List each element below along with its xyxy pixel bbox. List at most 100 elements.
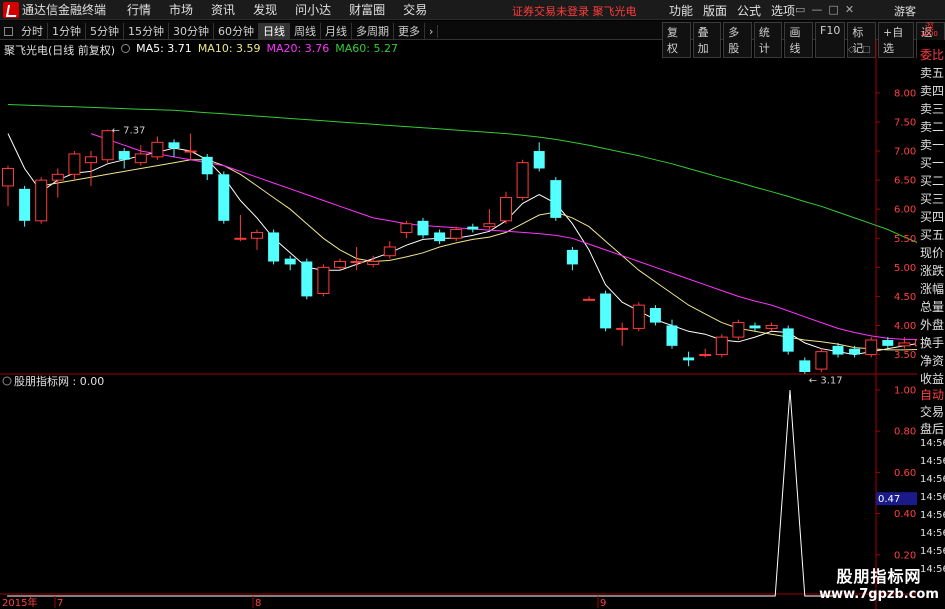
toolbar-checkbox[interactable] (4, 26, 13, 36)
panel-item-bid2: 买二 (920, 174, 945, 188)
candle (268, 229, 280, 265)
menu-item-market[interactable]: 市场 (160, 1, 202, 18)
period-tab-multi[interactable]: 多周期 (352, 23, 394, 39)
y-axis-tick-label: 0.80 (894, 427, 916, 438)
diamond-icon: ◇ (848, 45, 855, 55)
candle (799, 357, 811, 374)
tick-time: 14:56 (920, 528, 945, 539)
quote-side-panel: 委比 卖五 卖四 卖三 卖二 卖一 买一 买二 买三 买四 买五 现价 涨跌 涨… (917, 40, 945, 609)
candle (600, 290, 612, 332)
chevron-right-icon[interactable]: › (425, 24, 439, 38)
panel-item-outer: 外盘 (920, 318, 945, 332)
x-axis-year: 2015年 (2, 596, 37, 609)
settings-circle-icon (2, 376, 12, 386)
panel-item-change-pct: 涨幅 (920, 282, 945, 296)
candle (400, 220, 413, 239)
candle (168, 139, 180, 157)
tick-time: 14:56 (920, 438, 945, 449)
y-axis-tick-label: 7.00 (894, 147, 916, 158)
candle (184, 133, 197, 160)
tick-time: 14:56 (920, 510, 945, 521)
panel-item-volume: 总量 (920, 300, 945, 314)
y-axis-tick-label: 4.50 (894, 292, 916, 303)
candle (583, 296, 595, 301)
menu-item-function[interactable]: 功能 (664, 2, 698, 19)
candle (782, 325, 794, 355)
candle (699, 348, 712, 358)
period-tab-more[interactable]: 更多 (394, 23, 425, 39)
tick-time: 14:56 (920, 492, 945, 503)
y-axis-tick-label: 8.00 (894, 88, 916, 99)
y-axis-tick-label: 0.20 (894, 550, 916, 561)
panel-item-change: 涨跌 (920, 264, 945, 278)
candle (383, 241, 396, 259)
panel-item-after-hours[interactable]: 盘后 (920, 420, 945, 437)
indicator-title[interactable]: 股朋指标网 : 0.00 (14, 374, 104, 388)
candle (118, 148, 130, 169)
panel-item-ask5: 卖五 (920, 66, 945, 80)
y-axis-tick-label: 5.00 (894, 263, 916, 274)
period-tab-5min[interactable]: 5分钟 (86, 23, 124, 39)
candle (616, 322, 629, 346)
indicator-line (7, 389, 835, 597)
panel-item-bid4: 买四 (920, 210, 945, 224)
panel-item-turnover: 换手 (920, 336, 945, 350)
menu-item-ask[interactable]: 问小达 (286, 1, 340, 18)
y-axis-tick-label: 5.50 (894, 234, 916, 245)
period-tab-15min[interactable]: 15分钟 (124, 23, 169, 39)
panel-item-trade[interactable]: 交易 (920, 403, 945, 420)
minimize-icon[interactable]: — (811, 3, 822, 16)
menu-item-wealth[interactable]: 财富圈 (340, 1, 394, 18)
candle (566, 246, 578, 271)
menu-item-discover[interactable]: 发现 (244, 1, 286, 18)
tick-time: 14:56 (920, 456, 945, 467)
candle (218, 171, 230, 224)
kline-chart[interactable]: ◇ □ 8.00 7.50 7.00 6.50 6.00 5.50 5.00 4.50 4.00 3… (0, 40, 917, 609)
candle (317, 264, 330, 297)
period-tab-intraday[interactable]: 分时 (17, 23, 48, 39)
candle (550, 177, 562, 221)
right-menu: 功能 版面 公式 选项 (664, 0, 800, 20)
menu-item-quotes[interactable]: 行情 (118, 1, 160, 18)
period-tab-weekly[interactable]: 周线 (290, 23, 321, 39)
panel-item-net-assets: 净资 (920, 354, 945, 368)
candle (251, 229, 263, 250)
menu-item-trade[interactable]: 交易 (394, 1, 436, 18)
candle (417, 217, 429, 239)
code-number: 1000 (920, 30, 938, 38)
candle (19, 185, 31, 227)
y-axis-tick-label: 0.60 (894, 468, 916, 479)
x-axis-month: 8 (255, 598, 261, 609)
monitor-icon[interactable]: ▭ (795, 3, 805, 16)
candle (68, 151, 81, 181)
tick-time: 14:56 (920, 474, 945, 485)
low-price-marker: ← 3.17 (809, 376, 843, 387)
tick-time: 14:56 (920, 546, 945, 557)
panel-item-ask2: 卖二 (920, 120, 945, 134)
menu-item-layout[interactable]: 版面 (698, 2, 732, 19)
close-icon[interactable]: ✕ (845, 3, 854, 16)
app-logo-icon (3, 1, 19, 18)
ma-line-ma10 (41, 159, 917, 351)
y-axis-tick-label: 6.50 (894, 176, 916, 187)
period-tab-1min[interactable]: 1分钟 (48, 23, 86, 39)
period-tab-60min[interactable]: 60分钟 (214, 23, 259, 39)
menu-item-formula[interactable]: 公式 (732, 2, 766, 19)
guest-label[interactable]: 游客 (894, 3, 916, 19)
candle (134, 145, 147, 166)
y-axis-tick-label: 6.00 (894, 205, 916, 216)
period-tab-monthly[interactable]: 月线 (321, 23, 352, 39)
maximize-icon[interactable]: □ (828, 3, 838, 16)
y-axis-tick-label: 7.50 (894, 117, 916, 128)
trade-login-notice[interactable]: 证券交易未登录 聚飞光电 (512, 3, 637, 19)
period-tab-30min[interactable]: 30分钟 (169, 23, 214, 39)
high-price-marker: ← 7.37 (112, 126, 146, 137)
candle (350, 246, 363, 271)
y-axis-tick-label: 4.00 (894, 321, 916, 332)
panel-item-auto[interactable]: 自动 (920, 386, 945, 403)
panel-item-price: 现价 (920, 246, 945, 260)
watermark-title: 股朋指标网 (836, 567, 922, 586)
menu-item-news[interactable]: 资讯 (202, 1, 244, 18)
candle (201, 153, 213, 181)
period-tab-daily[interactable]: 日线 (259, 23, 290, 39)
